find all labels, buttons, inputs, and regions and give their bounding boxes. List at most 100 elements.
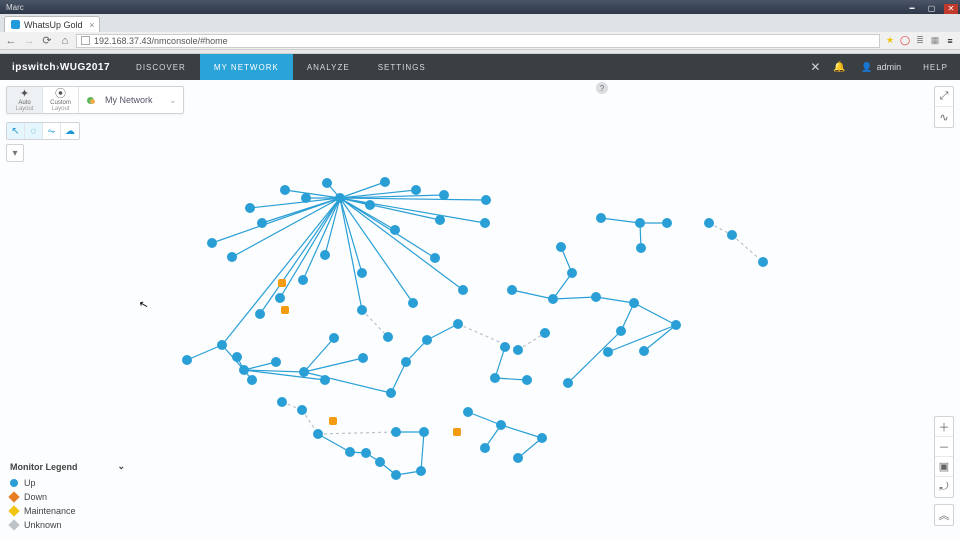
device-node[interactable] xyxy=(567,268,577,278)
address-bar[interactable]: 192.168.37.43/nmconsole/#home xyxy=(76,34,880,48)
device-node[interactable] xyxy=(390,225,400,235)
nav-settings[interactable]: SETTINGS xyxy=(364,54,440,80)
device-node[interactable] xyxy=(277,397,287,407)
device-node[interactable] xyxy=(463,407,473,417)
device-node[interactable] xyxy=(727,230,737,240)
reload-button[interactable]: ⟳ xyxy=(40,34,54,48)
device-node[interactable] xyxy=(513,345,523,355)
device-node[interactable] xyxy=(357,305,367,315)
device-node[interactable] xyxy=(419,427,429,437)
device-node[interactable] xyxy=(320,375,330,385)
device-node[interactable] xyxy=(540,328,550,338)
device-node[interactable] xyxy=(335,193,345,203)
nav-analyze[interactable]: ANALYZE xyxy=(293,54,364,80)
home-button[interactable]: ⌂ xyxy=(58,34,72,48)
device-node[interactable] xyxy=(298,275,308,285)
maximize-button[interactable]: ▢ xyxy=(925,4,939,14)
device-node[interactable] xyxy=(411,185,421,195)
device-node[interactable] xyxy=(591,292,601,302)
device-node[interactable] xyxy=(280,185,290,195)
device-node[interactable] xyxy=(422,335,432,345)
tab-close-icon[interactable]: × xyxy=(89,20,94,30)
device-node[interactable] xyxy=(313,429,323,439)
device-node[interactable] xyxy=(245,203,255,213)
close-panel-button[interactable]: ✕ xyxy=(803,54,827,80)
device-node[interactable] xyxy=(435,215,445,225)
device-node[interactable] xyxy=(480,443,490,453)
menu-icon[interactable]: ≡ xyxy=(944,35,956,47)
device-node[interactable] xyxy=(320,250,330,260)
device-node[interactable] xyxy=(361,448,371,458)
device-node[interactable] xyxy=(365,200,375,210)
bell-icon[interactable]: 🔔 xyxy=(827,54,851,80)
device-node[interactable] xyxy=(375,457,385,467)
network-canvas[interactable]: ? ✦ Auto Layout ⦿ Custom Layout My Netwo… xyxy=(0,80,960,540)
device-node[interactable] xyxy=(548,294,558,304)
device-node[interactable] xyxy=(322,178,332,188)
device-node[interactable] xyxy=(563,378,573,388)
device-node[interactable] xyxy=(596,213,606,223)
device-node[interactable] xyxy=(217,340,227,350)
device-node[interactable] xyxy=(635,218,645,228)
device-node-down[interactable] xyxy=(453,428,461,436)
device-node-down[interactable] xyxy=(329,417,337,425)
opera-icon[interactable]: ◯ xyxy=(899,35,911,47)
forward-button[interactable]: → xyxy=(22,34,36,48)
user-menu[interactable]: 👤 admin xyxy=(851,62,911,73)
device-node[interactable] xyxy=(358,353,368,363)
browser-tab[interactable]: WhatsUp Gold × xyxy=(4,16,100,32)
device-node[interactable] xyxy=(636,243,646,253)
device-node[interactable] xyxy=(537,433,547,443)
device-node[interactable] xyxy=(329,333,339,343)
device-node[interactable] xyxy=(430,253,440,263)
device-node[interactable] xyxy=(391,427,401,437)
device-node[interactable] xyxy=(629,298,639,308)
device-node[interactable] xyxy=(408,298,418,308)
device-node[interactable] xyxy=(301,193,311,203)
close-button[interactable]: ✕ xyxy=(944,4,958,14)
device-node[interactable] xyxy=(182,355,192,365)
device-node[interactable] xyxy=(556,242,566,252)
device-node[interactable] xyxy=(386,388,396,398)
device-node[interactable] xyxy=(257,218,267,228)
device-node[interactable] xyxy=(671,320,681,330)
device-node[interactable] xyxy=(391,470,401,480)
nav-my-network[interactable]: MY NETWORK xyxy=(200,54,293,80)
device-node[interactable] xyxy=(758,257,768,267)
device-node[interactable] xyxy=(239,365,249,375)
back-button[interactable]: ← xyxy=(4,34,18,48)
minimize-button[interactable]: ━ xyxy=(905,4,919,14)
device-node[interactable] xyxy=(232,352,242,362)
device-node[interactable] xyxy=(357,268,367,278)
device-node[interactable] xyxy=(507,285,517,295)
device-node-down[interactable] xyxy=(281,306,289,314)
device-node[interactable] xyxy=(458,285,468,295)
device-node[interactable] xyxy=(247,375,257,385)
device-node[interactable] xyxy=(380,177,390,187)
device-node[interactable] xyxy=(227,252,237,262)
device-node[interactable] xyxy=(481,195,491,205)
device-node[interactable] xyxy=(704,218,714,228)
device-node[interactable] xyxy=(275,293,285,303)
device-node[interactable] xyxy=(345,447,355,457)
device-node[interactable] xyxy=(513,453,523,463)
star-icon[interactable]: ★ xyxy=(884,35,896,47)
device-node[interactable] xyxy=(401,357,411,367)
device-node[interactable] xyxy=(603,347,613,357)
device-node[interactable] xyxy=(439,190,449,200)
device-node[interactable] xyxy=(490,373,500,383)
stack-icon[interactable]: ≣ xyxy=(914,35,926,47)
device-node[interactable] xyxy=(271,357,281,367)
grid-icon[interactable]: ▦ xyxy=(929,35,941,47)
help-button[interactable]: HELP xyxy=(911,63,960,72)
device-node[interactable] xyxy=(522,375,532,385)
device-node[interactable] xyxy=(616,326,626,336)
device-node[interactable] xyxy=(480,218,490,228)
device-node[interactable] xyxy=(662,218,672,228)
device-node[interactable] xyxy=(255,309,265,319)
device-node[interactable] xyxy=(453,319,463,329)
device-node[interactable] xyxy=(639,346,649,356)
nav-discover[interactable]: DISCOVER xyxy=(122,54,200,80)
device-node[interactable] xyxy=(299,367,309,377)
device-node[interactable] xyxy=(500,342,510,352)
